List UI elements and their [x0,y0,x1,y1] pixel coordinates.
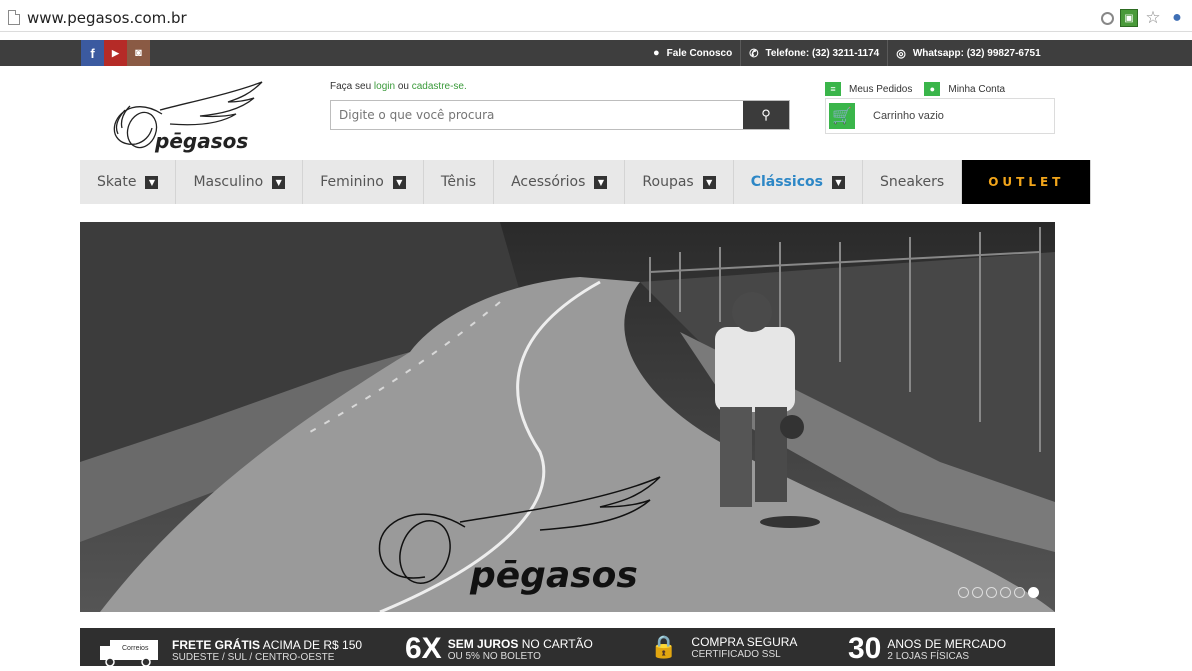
hero-image: pēgasos [80,222,1055,612]
login-or: ou [397,81,409,92]
logo-text: pēgasos [154,129,248,153]
register-link[interactable]: cadastre-se. [412,81,467,92]
lock-icon: 🔒 [650,634,678,659]
anos-title: ANOS DE MERCADO [887,636,1007,651]
slider-dot[interactable] [958,587,969,598]
facebook-icon[interactable]: f [81,40,104,66]
user-icon: ● [924,82,941,96]
cart-text: Carrinho vazio [873,110,944,122]
slider-dot[interactable] [986,587,997,598]
frete-title: FRETE GRÁTIS [172,637,261,652]
benefits-bar: Correios FRETE GRÁTIS ACIMA DE R$ 150 SU… [80,628,1055,667]
nav-item-skate[interactable]: Skate ▼ [80,160,177,204]
cart-icon: 🛒 [829,103,855,129]
nav-label: Acessórios [511,174,586,190]
page-icon [8,10,20,25]
account-links: ≡ Meus Pedidos ● Minha Conta [825,82,1017,96]
whatsapp-link[interactable]: ◎ Whatsapp: (32) 99827-6751 [888,40,1048,66]
chevron-down-icon: ▼ [831,175,845,189]
search-box: ⚲ [330,100,790,130]
cart-box[interactable]: 🛒 Carrinho vazio [825,98,1055,134]
contact-link[interactable]: ● Fale Conosco [645,40,742,66]
browser-toolbar: www.pegasos.com.br ▣ ☆ ● [0,0,1192,40]
phone-label: Telefone: (32) 3211-1174 [765,47,880,59]
chevron-down-icon: ▼ [702,175,716,189]
extension-icon[interactable]: ▣ [1120,9,1138,27]
slider-dot[interactable] [972,587,983,598]
chevron-down-icon: ▼ [392,175,406,189]
juros-sub: OU 5% NO BOLETO [447,650,541,662]
benefit-installments: 6X SEM JUROS NO CARTÃO OU 5% NO BOLETO [405,634,593,664]
zoom-icon[interactable] [1101,11,1114,25]
login-line: Faça seu login ou cadastre-se. [330,81,467,92]
search-input[interactable] [331,101,743,129]
juros-big: 6X [405,632,442,665]
top-bar: f ▶ ◙ ● Fale Conosco ✆ Telefone: (32) 3211… [0,40,1192,66]
login-link[interactable]: login [374,81,395,92]
contact-label: Fale Conosco [666,47,733,59]
nav-item-sneakers[interactable]: Sneakers [863,160,963,204]
nav-item-acessorios[interactable]: Acessórios ▼ [494,160,626,204]
benefit-shipping: Correios FRETE GRÁTIS ACIMA DE R$ 150 SU… [100,634,363,667]
chevron-down-icon: ▼ [594,175,608,189]
social-links: f ▶ ◙ [81,40,150,66]
chevron-down-icon: ▼ [145,175,159,189]
orders-icon: ≡ [825,82,841,96]
whatsapp-label: Whatsapp: (32) 99827-6751 [912,47,1041,59]
nav-item-masculino[interactable]: Masculino ▼ [176,160,304,204]
nav-label: Roupas [642,174,694,190]
whatsapp-icon: ◎ [896,47,906,60]
compra-sub: CERTIFICADO SSL [691,648,781,660]
phone-icon: ✆ [749,47,759,60]
benefit-secure: 🔒 COMPRA SEGURA CERTIFICADO SSL [650,634,797,660]
site-logo[interactable]: pēgasos [100,80,280,160]
nav-label: Clássicos [750,174,823,190]
slider-dot[interactable] [1014,587,1025,598]
nav-item-outlet[interactable]: OUTLET [962,160,1092,204]
frete-rest: ACIMA DE R$ 150 [262,637,363,652]
profile-icon[interactable]: ● [1168,9,1186,27]
bookmark-star-icon[interactable]: ☆ [1144,8,1162,27]
chevron-down-icon: ▼ [272,175,286,189]
hero-banner[interactable]: pēgasos [80,222,1055,612]
search-icon: ⚲ [761,107,771,122]
nav-label: OUTLET [988,175,1065,189]
frete-sub: SUDESTE / SUL / CENTRO-OESTE [172,651,335,663]
phone-link[interactable]: ✆ Telefone: (32) 3211-1174 [741,40,889,66]
nav-item-tenis[interactable]: Tênis [424,160,495,204]
url-text[interactable]: www.pegasos.com.br [27,9,187,27]
truck-icon: Correios [100,634,160,667]
my-account-link[interactable]: Minha Conta [948,84,1005,95]
nav-label: Masculino [193,174,264,190]
site-header: pēgasos Faça seu login ou cadastre-se. ⚲… [80,66,1055,160]
juros-title: SEM JUROS [447,636,519,651]
compra-title: COMPRA SEGURA [691,634,798,649]
nav-item-feminino[interactable]: Feminino ▼ [303,160,424,204]
my-orders-link[interactable]: Meus Pedidos [849,84,912,95]
hero-logo-text: pēgasos [469,555,638,596]
main-nav: Skate ▼ Masculino ▼ Feminino ▼ Tênis Acessó… [80,160,1092,204]
nav-label: Skate [97,174,137,190]
slider-dot-active[interactable] [1028,587,1039,598]
speech-bubble-icon: ● [653,47,660,59]
correios-text: Correios [122,645,149,652]
slider-dot[interactable] [1000,587,1011,598]
nav-label: Tênis [440,174,477,190]
nav-item-classicos[interactable]: Clássicos ▼ [734,160,863,204]
anos-sub: 2 LOJAS FÍSICAS [887,650,970,662]
benefit-years: 30 ANOS DE MERCADO 2 LOJAS FÍSICAS [848,634,1006,664]
juros-rest: NO CARTÃO [521,636,593,651]
nav-label: Feminino [320,174,384,190]
nav-label: Sneakers [879,174,945,190]
slider-dots [958,587,1039,598]
search-button[interactable]: ⚲ [743,101,789,129]
login-prefix: Faça seu [330,81,372,92]
nav-item-roupas[interactable]: Roupas ▼ [625,160,734,204]
address-bar[interactable]: www.pegasos.com.br ▣ ☆ ● [0,6,1192,32]
youtube-icon[interactable]: ▶ [104,40,127,66]
anos-big: 30 [848,632,882,665]
instagram-icon[interactable]: ◙ [127,40,150,66]
